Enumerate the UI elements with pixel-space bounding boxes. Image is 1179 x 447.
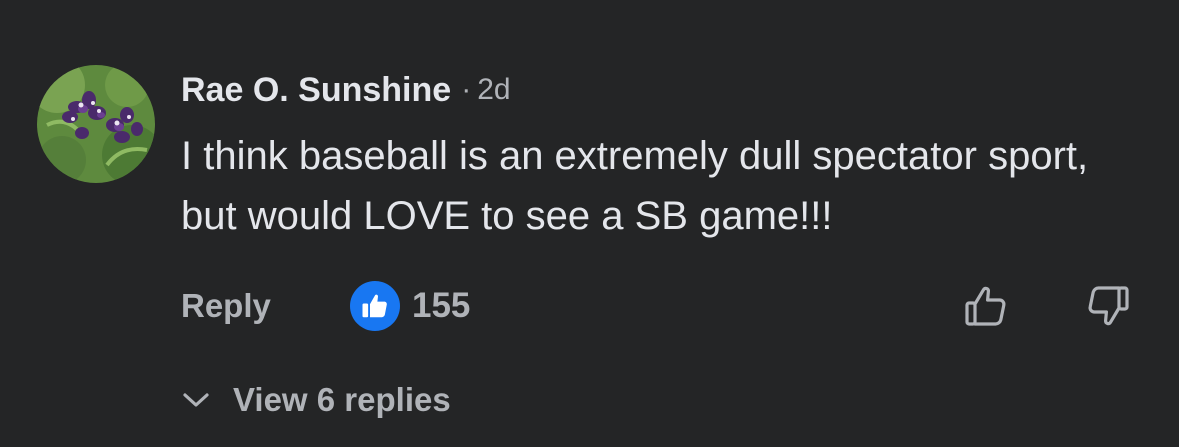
separator-dot: · bbox=[461, 73, 472, 106]
like-badge-icon bbox=[350, 281, 400, 331]
reply-button[interactable]: Reply bbox=[181, 280, 271, 332]
downvote-button[interactable] bbox=[1082, 280, 1134, 332]
thumbs-down-outline-icon bbox=[1088, 286, 1129, 326]
view-replies-label: View 6 replies bbox=[233, 381, 451, 418]
thumbs-up-outline-icon bbox=[965, 286, 1006, 326]
thumbs-up-icon bbox=[362, 294, 387, 318]
author-name[interactable]: Rae O. Sunshine bbox=[181, 71, 451, 110]
reaction-summary[interactable]: 155 bbox=[350, 280, 470, 332]
comment-text: I think baseball is an extremely dull sp… bbox=[181, 134, 1089, 238]
chevron-down-icon bbox=[183, 393, 209, 407]
comment-actions: Reply 155 bbox=[0, 280, 1179, 332]
comment-timestamp[interactable]: 2d bbox=[477, 73, 510, 107]
upvote-button[interactable] bbox=[960, 280, 1012, 332]
avatar[interactable] bbox=[37, 65, 155, 183]
view-replies-button[interactable]: View 6 replies bbox=[181, 374, 451, 426]
comment-header: Rae O. Sunshine · 2d bbox=[181, 66, 511, 114]
avatar-flower-image bbox=[37, 65, 155, 183]
like-count: 155 bbox=[412, 286, 471, 325]
